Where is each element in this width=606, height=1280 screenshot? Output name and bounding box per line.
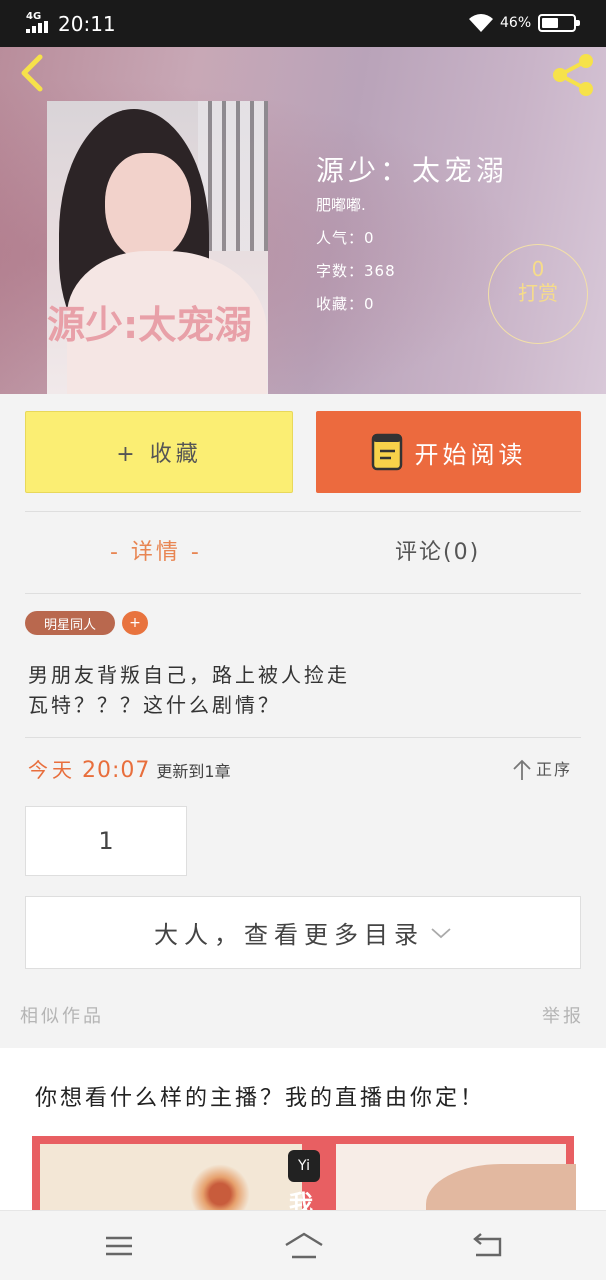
update-text: 更新到1章: [156, 762, 231, 781]
promo-banner[interactable]: Yi 我: [32, 1136, 576, 1210]
promo-char: 我: [289, 1190, 313, 1210]
promo-section: 你想看什么样的主播？我的直播由你定！ Yi 我: [0, 1048, 606, 1210]
share-icon[interactable]: [548, 53, 598, 97]
stat-favorites: 收藏：0: [316, 295, 375, 313]
home-icon[interactable]: [284, 1231, 324, 1261]
description-line: 男朋友背叛自己，路上被人捡走: [28, 663, 350, 687]
divider: [25, 737, 581, 738]
book-cover[interactable]: 源少:太宠溺: [47, 101, 268, 394]
promo-text[interactable]: 你想看什么样的主播？我的直播由你定！: [35, 1084, 485, 1114]
collect-button[interactable]: + 收藏: [25, 411, 293, 493]
start-reading-label: 开始阅读: [414, 440, 527, 469]
tip-label: 打赏: [518, 281, 558, 305]
wifi-icon: [469, 14, 493, 32]
category-tag[interactable]: 明星同人: [25, 611, 115, 635]
system-nav-bar: [0, 1210, 606, 1280]
clock: 20:11: [58, 12, 116, 36]
menu-icon[interactable]: [104, 1235, 134, 1257]
chevron-down-icon: [431, 927, 451, 938]
book-icon: [371, 433, 402, 471]
update-day: 今天: [28, 758, 76, 782]
status-bar: 4G 20:11 46%: [0, 0, 606, 47]
back-nav-icon[interactable]: [472, 1233, 504, 1259]
add-tag-button[interactable]: +: [122, 611, 148, 635]
back-icon[interactable]: [14, 53, 54, 93]
tab-comments[interactable]: 评论(0): [395, 533, 480, 573]
book-title: 源少：太宠溺: [316, 154, 509, 187]
book-author[interactable]: 肥嘟嘟.: [316, 195, 508, 215]
description-line: 瓦特？？？这什么剧情？: [28, 693, 281, 717]
sort-toggle[interactable]: 正序: [512, 757, 572, 783]
book-header: 源少:太宠溺 源少：太宠溺 肥嘟嘟. 人气：0 字数：368 收藏：0 0 打赏: [0, 47, 606, 394]
stat-word-count: 字数：368: [316, 262, 396, 280]
tip-count: 0: [531, 257, 545, 281]
battery-percent: 46%: [500, 15, 532, 31]
update-time: 20:07: [82, 758, 151, 783]
similar-works-label: 相似作品: [20, 1006, 104, 1027]
sort-label: 正序: [536, 760, 573, 779]
book-description: 男朋友背叛自己，路上被人捡走 瓦特？？？这什么剧情？: [28, 660, 350, 720]
cover-title: 源少:太宠溺: [47, 303, 253, 347]
signal-icon: [26, 21, 52, 33]
report-link[interactable]: 举报: [542, 1004, 584, 1030]
stat-popularity: 人气：0: [316, 229, 375, 247]
tip-button[interactable]: 0 打赏: [488, 244, 588, 344]
update-info: 今天 20:07 更新到1章: [28, 756, 231, 786]
more-chapters-button[interactable]: 大人，查看更多目录: [25, 896, 581, 969]
start-reading-button[interactable]: 开始阅读: [316, 411, 581, 493]
divider: [25, 511, 581, 512]
tab-details[interactable]: - 详情 -: [110, 533, 202, 573]
more-chapters-label: 大人，查看更多目录: [154, 921, 424, 949]
battery-icon: [538, 14, 580, 32]
up-arrow-icon: [513, 759, 531, 780]
divider: [25, 593, 581, 594]
chapter-item[interactable]: 1: [25, 806, 187, 876]
book-info: 源少：太宠溺 肥嘟嘟. 人气：0 字数：368 收藏：0: [316, 151, 508, 314]
promo-logo: Yi: [288, 1150, 320, 1182]
